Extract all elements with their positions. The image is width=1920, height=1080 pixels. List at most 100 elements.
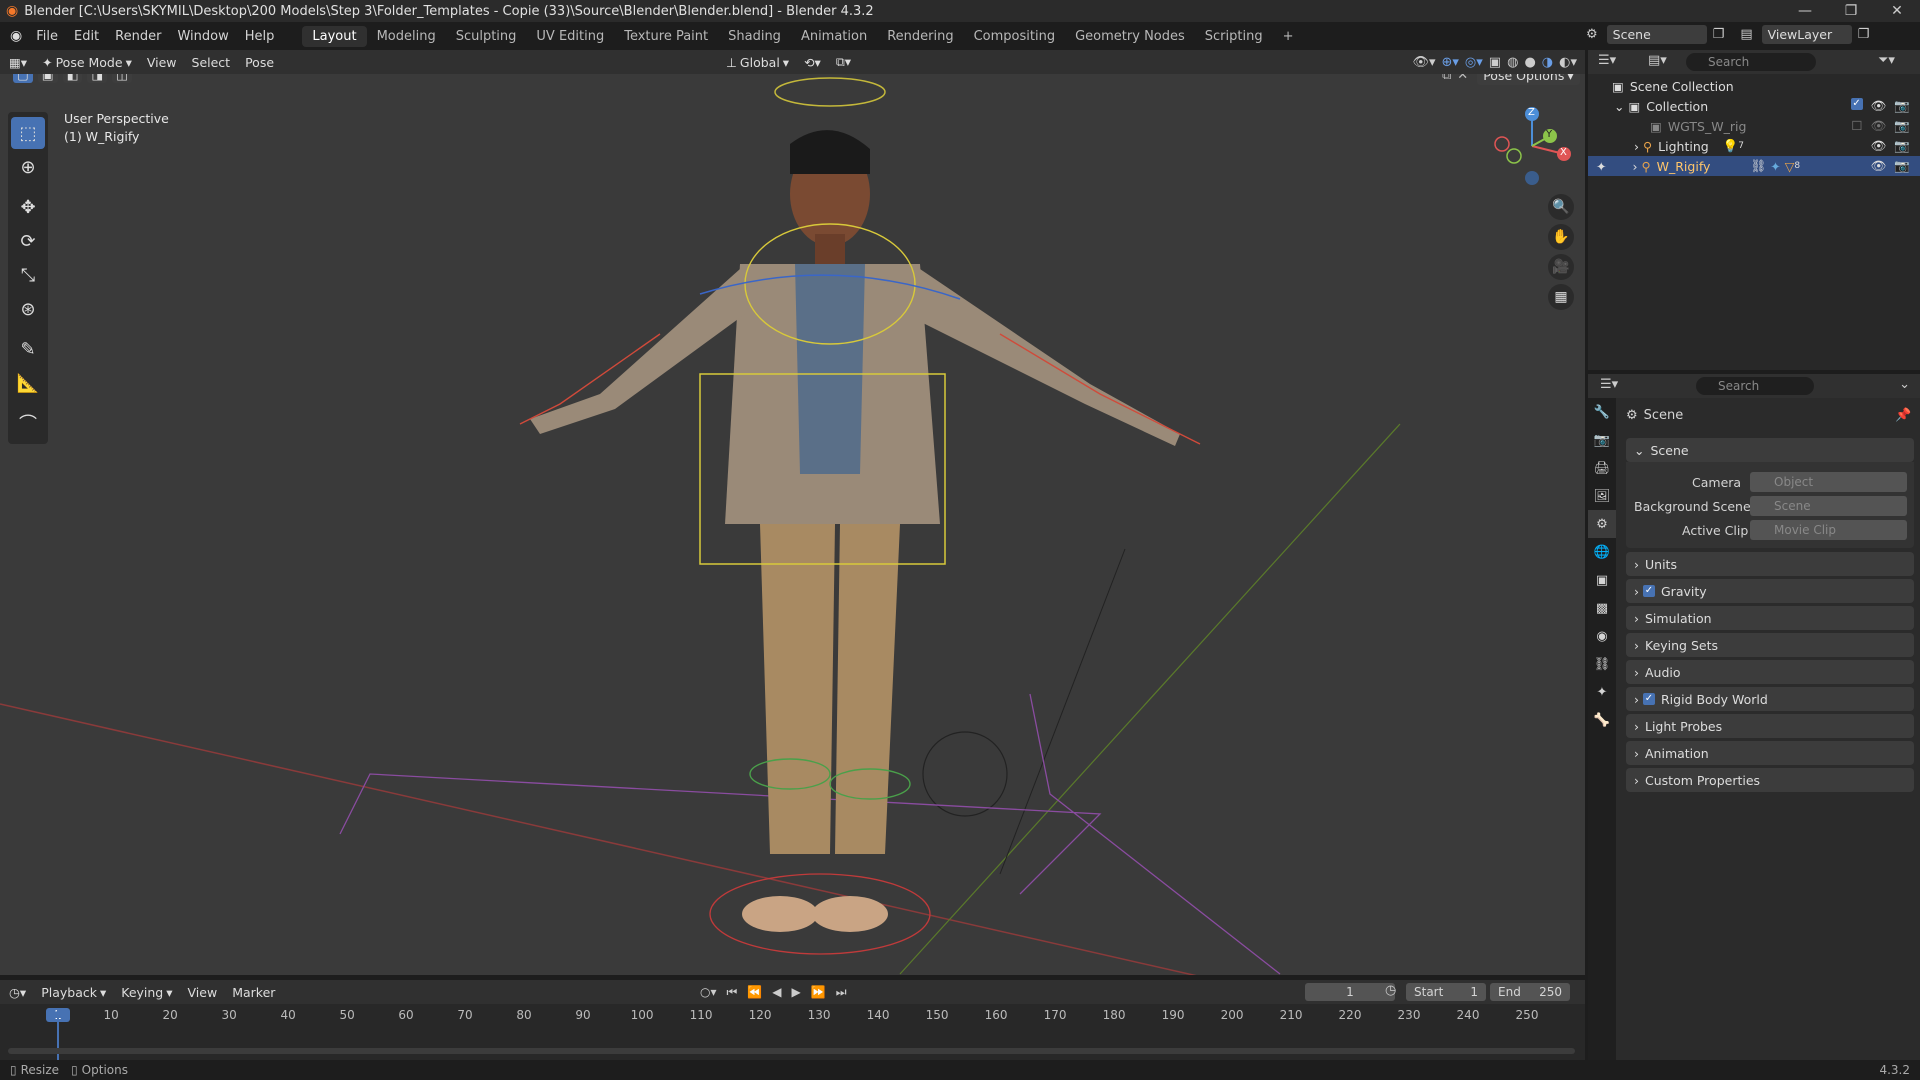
select-box-icon[interactable]: ⬚ — [11, 117, 45, 149]
rigid-body-checkbox[interactable]: ✓ — [1643, 693, 1655, 705]
animation-panel[interactable]: › Animation — [1626, 741, 1914, 765]
scene-icon[interactable]: ⚙ — [1586, 27, 1598, 42]
audio-panel[interactable]: › Audio — [1626, 660, 1914, 684]
jump-start-icon[interactable]: ⏮ — [727, 985, 738, 1000]
blender-menu-icon[interactable]: ◉ — [10, 28, 22, 44]
scene-panel-header[interactable]: ⌄ Scene — [1626, 438, 1914, 462]
tab-rendering[interactable]: Rendering — [877, 26, 963, 47]
display-mode-icon[interactable]: ▤▾ — [1648, 53, 1667, 68]
expand-icon[interactable]: ⌄ — [1614, 99, 1624, 114]
pose-mode-icon[interactable]: ✦ — [1596, 159, 1606, 174]
material-shading-icon[interactable]: ◑ — [1542, 55, 1553, 70]
new-view-layer-icon[interactable]: ❐ — [1858, 27, 1870, 42]
bone-tab-icon[interactable]: 🦴 — [1588, 706, 1616, 734]
visibility-eye-icon[interactable]: 👁 — [1871, 158, 1887, 174]
view-menu[interactable]: View — [141, 53, 183, 72]
menu-window[interactable]: Window — [169, 29, 236, 44]
tab-layout[interactable]: Layout — [302, 25, 367, 47]
start-frame-field[interactable]: Start 1 — [1406, 983, 1486, 1001]
pose-menu[interactable]: Pose — [239, 53, 280, 72]
select-intersect-icon[interactable]: ◫ — [112, 74, 133, 83]
collection-row[interactable]: ⌄ ▣ Collection ✓ 👁 📷 — [1588, 96, 1920, 116]
end-frame-field[interactable]: End 250 — [1490, 983, 1570, 1001]
editor-type-icon[interactable]: ▦▾ — [3, 53, 33, 72]
annotate-icon[interactable]: ✎ — [11, 333, 45, 365]
select-subtract-icon[interactable]: ◧ — [62, 74, 83, 83]
select-menu[interactable]: Select — [186, 53, 237, 72]
view-layer-icon[interactable]: ▤ — [1740, 27, 1752, 42]
gravity-checkbox[interactable]: ✓ — [1643, 585, 1655, 597]
view-layer-selector[interactable]: ViewLayer — [1761, 25, 1852, 44]
tab-animation[interactable]: Animation — [791, 26, 877, 47]
w-rigify-row[interactable]: ✦ › ⚲ W_Rigify ⛓ ✦ ▽ 8 👁 📷 — [1588, 156, 1920, 176]
properties-options-icon[interactable]: ⌄ — [1899, 377, 1910, 392]
output-tab-icon[interactable]: 🖨 — [1588, 454, 1616, 482]
playback-menu[interactable]: Playback ▾ — [35, 983, 112, 1002]
scene-collection-row[interactable]: ▣ Scene Collection — [1588, 76, 1920, 96]
play-icon[interactable]: ▶ — [792, 985, 801, 1000]
tab-scripting[interactable]: Scripting — [1195, 26, 1273, 47]
current-frame-field[interactable]: 1 — [1305, 983, 1395, 1001]
properties-editor-icon[interactable]: ☰▾ — [1600, 377, 1618, 392]
frame-ruler[interactable]: 1102030405060708090100110120130140150160… — [0, 1008, 1585, 1028]
object-data-tab-icon[interactable]: ✦ — [1588, 678, 1616, 706]
units-panel[interactable]: › Units — [1626, 552, 1914, 576]
maximize-button[interactable]: ❐ — [1828, 0, 1874, 22]
move-icon[interactable]: ✥ — [11, 191, 45, 223]
expand-icon[interactable]: › — [1634, 139, 1639, 154]
timeline[interactable]: 1102030405060708090100110120130140150160… — [0, 1004, 1585, 1060]
wireframe-shading-icon[interactable]: ◍ — [1507, 55, 1518, 70]
lighting-row[interactable]: › ⚲ Lighting 💡 7 👁 📷 — [1588, 136, 1920, 156]
pan-hand-icon[interactable]: ✋ — [1548, 224, 1574, 250]
tab-uv-editing[interactable]: UV Editing — [526, 26, 614, 47]
add-workspace-icon[interactable]: + — [1273, 26, 1304, 47]
scene-tab-icon[interactable]: ⚙ — [1588, 510, 1616, 538]
world-tab-icon[interactable]: 🌐 — [1588, 538, 1616, 566]
visibility-icon[interactable]: 👁▾ — [1412, 55, 1435, 70]
minimize-button[interactable]: — — [1782, 0, 1828, 22]
view-layer-tab-icon[interactable]: 🖼 — [1588, 482, 1616, 510]
render-camera-icon[interactable]: 📷 — [1894, 158, 1910, 174]
menu-help[interactable]: Help — [237, 29, 283, 44]
tab-shading[interactable]: Shading — [718, 26, 791, 47]
custom-properties-panel[interactable]: › Custom Properties — [1626, 768, 1914, 792]
select-invert-icon[interactable]: ◨ — [87, 74, 108, 83]
rigid-body-world-panel[interactable]: › ✓ Rigid Body World — [1626, 687, 1914, 711]
gravity-panel[interactable]: › ✓ Gravity — [1626, 579, 1914, 603]
jump-keyframe-forward-icon[interactable]: ⏩ — [811, 985, 826, 1000]
relax-pose-icon[interactable]: ⌒ — [11, 407, 45, 439]
render-camera-icon[interactable]: 📷 — [1894, 138, 1910, 154]
render-camera-icon[interactable]: 📷 — [1894, 118, 1910, 134]
active-clip-field[interactable]: Movie Clip — [1750, 520, 1907, 540]
simulation-panel[interactable]: › Simulation — [1626, 606, 1914, 630]
menu-edit[interactable]: Edit — [66, 29, 107, 44]
perspective-grid-icon[interactable]: ▦ — [1548, 284, 1574, 310]
timeline-view-menu[interactable]: View — [182, 983, 224, 1002]
render-tab-icon[interactable]: 📷 — [1588, 426, 1616, 454]
keying-menu[interactable]: Keying ▾ — [115, 983, 178, 1002]
physics-tab-icon[interactable]: ◉ — [1588, 622, 1616, 650]
wgts-row[interactable]: ▣ WGTS_W_rig ☐ 👁 📷 — [1588, 116, 1920, 136]
pin-icon[interactable]: 📌 — [1895, 408, 1911, 423]
camera-field[interactable]: Object — [1750, 472, 1907, 492]
exclude-checkbox[interactable]: ✓ — [1850, 98, 1863, 110]
preview-range-icon[interactable]: ◷ — [1385, 983, 1396, 998]
visibility-eye-icon[interactable]: 👁 — [1871, 118, 1887, 134]
menu-file[interactable]: File — [28, 29, 66, 44]
object-tab-icon[interactable]: ▩ — [1588, 594, 1616, 622]
tab-geometry-nodes[interactable]: Geometry Nodes — [1065, 26, 1195, 47]
pivot-icon[interactable]: ⟲▾ — [798, 53, 827, 72]
tool-tab-icon[interactable]: 🔧 — [1588, 398, 1616, 426]
xray-icon[interactable]: ▣ — [1489, 55, 1501, 70]
pose-options-button[interactable]: Pose Options ▾ — [1477, 74, 1580, 85]
transform-icon[interactable]: ⊛ — [11, 293, 45, 325]
light-probes-panel[interactable]: › Light Probes — [1626, 714, 1914, 738]
navigation-gizmo[interactable]: Z X Y — [1492, 106, 1572, 186]
collection-tab-icon[interactable]: ▣ — [1588, 566, 1616, 594]
snap-icon[interactable]: ⧉▾ — [830, 52, 857, 72]
pose-options-icon[interactable]: ⧉ — [1442, 74, 1451, 83]
filter-icon[interactable]: ⏷▾ — [1878, 53, 1895, 68]
keying-sets-panel[interactable]: › Keying Sets — [1626, 633, 1914, 657]
expand-icon[interactable]: › — [1632, 159, 1637, 174]
tab-texture-paint[interactable]: Texture Paint — [614, 26, 718, 47]
